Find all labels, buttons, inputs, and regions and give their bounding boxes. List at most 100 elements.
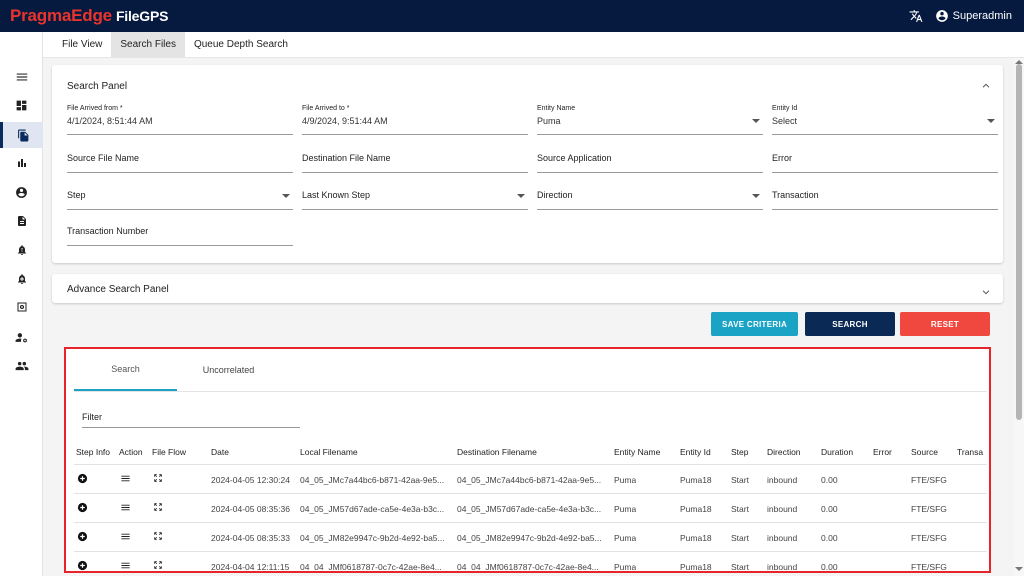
alert-bell-add-icon[interactable]	[0, 266, 43, 292]
alert-bell-icon[interactable]	[0, 237, 43, 263]
column-header-source[interactable]: Source	[911, 447, 938, 457]
row-duration: 0.00	[821, 533, 838, 543]
tab-file-view[interactable]: File View	[43, 32, 111, 57]
tab-queue-depth-search[interactable]: Queue Depth Search	[185, 32, 297, 57]
row-direction: inbound	[767, 475, 798, 485]
user-settings-icon[interactable]	[0, 324, 43, 350]
row-duration: 0.00	[821, 504, 838, 514]
step-select[interactable]: Step	[67, 180, 293, 210]
table-row[interactable]: 2024-04-04 12:11:15 04_04_JMf0618787-0c7…	[74, 551, 987, 572]
column-header-local-filename[interactable]: Local Filename	[300, 447, 358, 457]
transaction-input[interactable]: Transaction	[772, 180, 998, 210]
row-date: 2024-04-04 12:11:15	[211, 562, 290, 572]
group-icon[interactable]	[0, 353, 43, 379]
results-tab-uncorrelated[interactable]: Uncorrelated	[177, 349, 280, 391]
column-header-action[interactable]: Action	[119, 447, 143, 457]
bar-chart-icon[interactable]	[0, 150, 43, 176]
column-header-direction[interactable]: Direction	[767, 447, 801, 457]
scrollbar-thumb[interactable]	[1016, 64, 1022, 420]
column-header-step-info[interactable]: Step Info	[76, 447, 110, 457]
add-circle-icon[interactable]	[77, 473, 88, 486]
save-criteria-button[interactable]: SAVE CRITERIA	[711, 312, 798, 336]
menu-icon[interactable]	[120, 560, 131, 571]
row-local-filename: 04_04_JMf0618787-0c7c-42ae-8e4...	[300, 562, 442, 572]
row-date: 2024-04-05 08:35:36	[211, 504, 290, 514]
entity-id-label: Entity Id	[772, 105, 798, 112]
destination-file-name-input[interactable]: Destination File Name	[302, 143, 528, 173]
search-button[interactable]: SEARCH	[805, 312, 895, 336]
tab-search-files[interactable]: Search Files	[111, 32, 185, 57]
source-file-name-placeholder: Source File Name	[67, 153, 140, 163]
chevron-down-icon[interactable]	[981, 284, 991, 302]
entity-id-select[interactable]: Entity Id Select	[772, 105, 998, 135]
column-header-file-flow[interactable]: File Flow	[152, 447, 186, 457]
results-section: Search Uncorrelated Filter Step Info Act…	[64, 347, 991, 573]
user-name: Superadmin	[952, 10, 1012, 22]
column-header-transaction[interactable]: Transa	[957, 447, 983, 457]
filter-placeholder: Filter	[82, 412, 102, 422]
source-application-placeholder: Source Application	[537, 153, 612, 163]
add-circle-icon[interactable]	[77, 560, 88, 571]
transaction-number-input[interactable]: Transaction Number	[67, 216, 293, 246]
chevron-up-icon[interactable]	[981, 78, 991, 96]
column-header-destination-filename[interactable]: Destination Filename	[457, 447, 537, 457]
row-duration: 0.00	[821, 475, 838, 485]
files-icon[interactable]	[0, 122, 43, 148]
advance-search-panel-title: Advance Search Panel	[67, 284, 169, 295]
row-source: FTE/SFG	[911, 504, 947, 514]
dropdown-arrow-icon	[282, 194, 290, 198]
column-header-entity-name[interactable]: Entity Name	[614, 447, 660, 457]
column-header-step[interactable]: Step	[731, 447, 749, 457]
row-destination-filename: 04_05_JMc7a44bc6-b871-42aa-9e5...	[457, 475, 602, 485]
brand-logo[interactable]: PragmaEdge FileGPS	[10, 6, 168, 26]
scroll-down-icon[interactable]	[1015, 567, 1023, 571]
step-placeholder: Step	[67, 190, 86, 200]
menu-icon[interactable]	[120, 473, 131, 486]
source-application-input[interactable]: Source Application	[537, 143, 763, 173]
transaction-number-placeholder: Transaction Number	[67, 226, 149, 236]
account-icon[interactable]	[0, 179, 43, 205]
dropdown-arrow-icon	[517, 194, 525, 198]
advance-search-panel[interactable]: Advance Search Panel	[52, 274, 1003, 303]
column-header-entity-id[interactable]: Entity Id	[680, 447, 711, 457]
row-step: Start	[731, 475, 749, 485]
expand-icon[interactable]	[153, 531, 163, 543]
entity-name-select[interactable]: Entity Name Puma	[537, 105, 763, 135]
app-header: PragmaEdge FileGPS Superadmin	[0, 0, 1024, 32]
table-row[interactable]: 2024-04-05 12:30:24 04_05_JMc7a44bc6-b87…	[74, 464, 987, 493]
account-circle-icon	[935, 9, 949, 23]
menu-icon[interactable]	[120, 502, 131, 515]
dashboard-icon[interactable]	[0, 92, 43, 118]
dropdown-arrow-icon	[987, 119, 995, 123]
last-known-step-select[interactable]: Last Known Step	[302, 180, 528, 210]
row-entity-name: Puma	[614, 562, 637, 572]
scroll-up-icon[interactable]	[1015, 60, 1023, 64]
source-file-name-input[interactable]: Source File Name	[67, 143, 293, 173]
column-header-duration[interactable]: Duration	[821, 447, 853, 457]
add-circle-icon[interactable]	[77, 531, 88, 544]
column-header-date[interactable]: Date	[211, 447, 229, 457]
expand-icon[interactable]	[153, 560, 163, 571]
table-row[interactable]: 2024-04-05 08:35:33 04_05_JM82e9947c-9b2…	[74, 522, 987, 551]
document-icon[interactable]	[0, 208, 43, 234]
direction-select[interactable]: Direction	[537, 180, 763, 210]
table-row[interactable]: 2024-04-05 08:35:36 04_05_JM57d67ade-ca5…	[74, 493, 987, 522]
file-arrived-to-field[interactable]: File Arrived to * 4/9/2024, 9:51:44 AM	[302, 105, 528, 135]
column-header-error[interactable]: Error	[873, 447, 892, 457]
menu-icon[interactable]	[0, 64, 43, 90]
reset-button[interactable]: RESET	[900, 312, 990, 336]
row-local-filename: 04_05_JMc7a44bc6-b871-42aa-9e5...	[300, 475, 445, 485]
file-arrived-from-label: File Arrived from *	[67, 105, 123, 112]
results-tab-search[interactable]: Search	[74, 349, 177, 391]
menu-icon[interactable]	[120, 531, 131, 544]
gear-box-icon[interactable]	[0, 294, 43, 320]
filter-input[interactable]: Filter	[82, 409, 300, 428]
user-menu[interactable]: Superadmin	[935, 9, 1012, 23]
expand-icon[interactable]	[153, 473, 163, 485]
row-local-filename: 04_05_JM57d67ade-ca5e-4e3a-b3c...	[300, 504, 445, 514]
expand-icon[interactable]	[153, 502, 163, 514]
add-circle-icon[interactable]	[77, 502, 88, 515]
error-input[interactable]: Error	[772, 143, 998, 173]
translate-icon[interactable]	[909, 9, 923, 23]
file-arrived-from-field[interactable]: File Arrived from * 4/1/2024, 8:51:44 AM	[67, 105, 293, 135]
